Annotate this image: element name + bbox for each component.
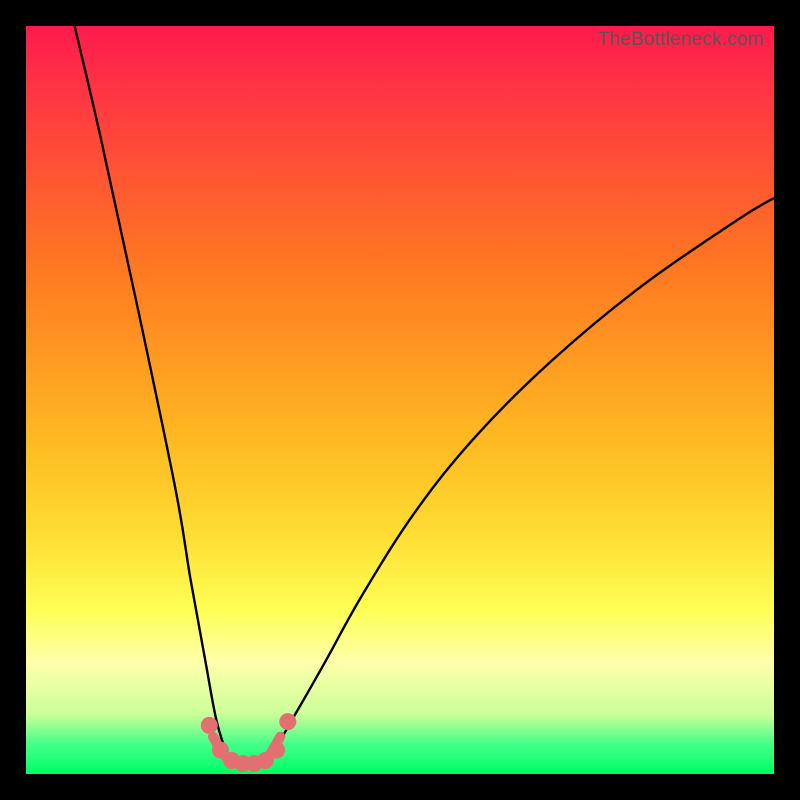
markers-group (201, 713, 297, 772)
marker-point (201, 717, 218, 734)
plot-area: TheBottleneck.com (26, 26, 774, 774)
markers-layer (26, 26, 774, 774)
marker-point (279, 713, 296, 730)
chart-container: TheBottleneck.com (0, 0, 800, 800)
marker-point (268, 742, 285, 759)
